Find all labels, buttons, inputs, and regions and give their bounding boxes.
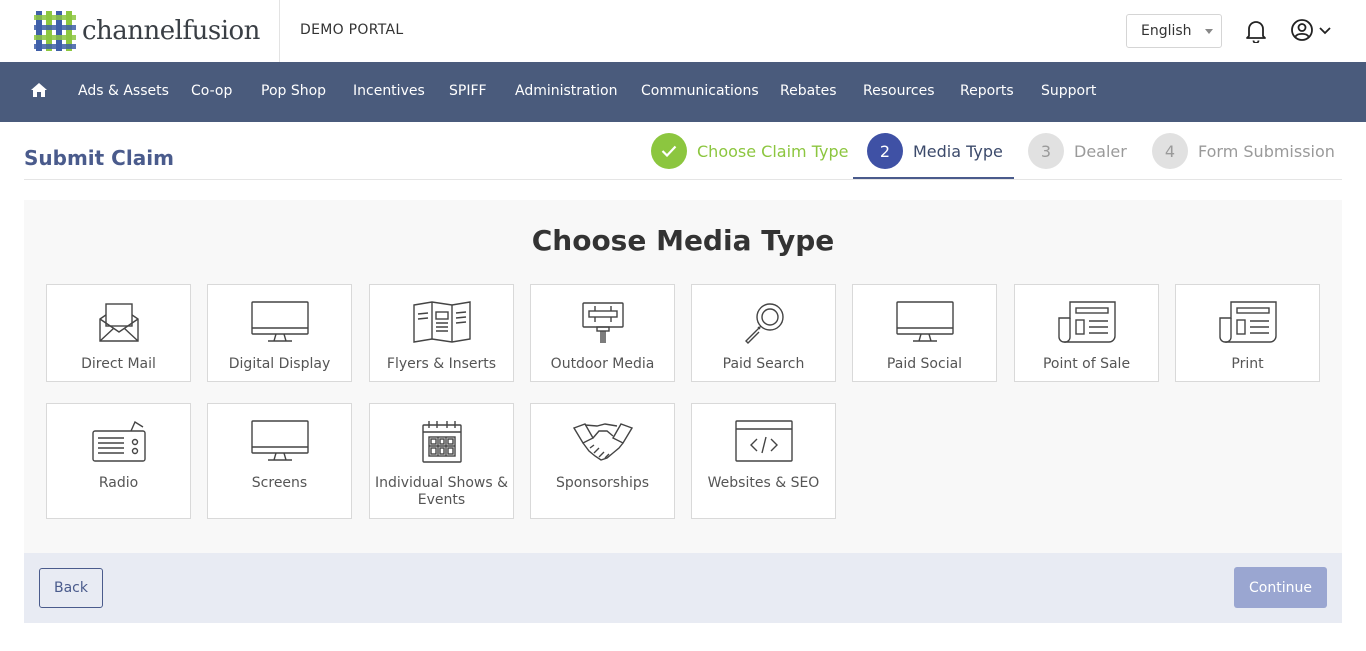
step-media-type[interactable]: 2 Media Type: [867, 133, 1003, 169]
nav-resources[interactable]: Resources: [863, 83, 935, 99]
media-tile-screens[interactable]: Screens: [207, 403, 352, 519]
media-tile-digital-display[interactable]: Digital Display: [207, 284, 352, 382]
language-select[interactable]: English: [1126, 14, 1222, 48]
user-menu[interactable]: [1290, 18, 1332, 42]
page-title: Submit Claim: [24, 146, 174, 170]
calendar-icon: [370, 420, 513, 464]
caret-down-icon: [1205, 29, 1213, 34]
media-tile-label: Screens: [251, 475, 308, 491]
header-divider: [279, 0, 280, 62]
chevron-down-icon: [1319, 27, 1331, 35]
step-label: Media Type: [913, 141, 1003, 161]
continue-button[interactable]: Continue: [1234, 567, 1327, 608]
newspaper-icon: [1015, 301, 1158, 343]
media-tile-point-of-sale[interactable]: Point of Sale: [1014, 284, 1159, 382]
logo-text: channelfusion: [82, 16, 260, 46]
monitor-icon: [208, 301, 351, 343]
home-icon[interactable]: [30, 82, 48, 102]
billboard-icon: [531, 301, 674, 345]
media-tile-label: Paid Search: [722, 356, 805, 372]
nav-incentives[interactable]: Incentives: [353, 83, 425, 99]
media-tile-individual-shows-events[interactable]: Individual Shows & Events: [369, 403, 514, 519]
step-dealer: 3 Dealer: [1028, 133, 1127, 169]
media-tile-paid-search[interactable]: Paid Search: [691, 284, 836, 382]
envelope-icon: [47, 301, 190, 345]
language-select-value: English: [1141, 23, 1192, 39]
portal-name: DEMO PORTAL: [300, 22, 404, 38]
nav-rebates[interactable]: Rebates: [780, 83, 837, 99]
form-footer: [24, 553, 1342, 623]
newspaper-icon: [1176, 301, 1319, 343]
media-tile-label: Print: [1231, 356, 1264, 372]
nav-ads-assets[interactable]: Ads & Assets: [78, 83, 169, 99]
nav-pop-shop[interactable]: Pop Shop: [261, 83, 326, 99]
step-label: Choose Claim Type: [697, 141, 849, 161]
media-tile-label: Point of Sale: [1042, 356, 1131, 372]
media-tile-radio[interactable]: Radio: [46, 403, 191, 519]
step-form-submission: 4 Form Submission: [1152, 133, 1335, 169]
media-tile-sponsorships[interactable]: Sponsorships: [530, 403, 675, 519]
user-avatar-icon: [1291, 19, 1313, 41]
panel-heading: Choose Media Type: [531, 224, 835, 257]
radio-icon: [47, 421, 190, 463]
brochure-icon: [370, 301, 513, 343]
title-divider: [24, 179, 1342, 180]
media-tile-label: Outdoor Media: [550, 356, 655, 372]
magnifier-icon: [692, 301, 835, 345]
nav-administration[interactable]: Administration: [515, 83, 617, 99]
nav-co-op[interactable]: Co-op: [191, 83, 232, 99]
nav-support[interactable]: Support: [1041, 83, 1096, 99]
step-number: 4: [1152, 133, 1188, 169]
handshake-icon: [531, 420, 674, 462]
media-tile-label: Individual Shows & Events: [374, 475, 509, 508]
step-choose-claim-type[interactable]: Choose Claim Type: [651, 133, 848, 169]
media-tile-print[interactable]: Print: [1175, 284, 1320, 382]
step-label: Dealer: [1074, 141, 1127, 161]
monitor-icon: [208, 420, 351, 462]
monitor-icon: [853, 301, 996, 343]
logo-mark-icon: [34, 11, 76, 51]
code-window-icon: [692, 420, 835, 462]
media-tile-outdoor-media[interactable]: Outdoor Media: [530, 284, 675, 382]
back-button[interactable]: Back: [39, 568, 103, 608]
logo[interactable]: channelfusion: [34, 11, 260, 51]
nav-communications[interactable]: Communications: [641, 83, 759, 99]
check-icon: [651, 133, 687, 169]
media-tile-direct-mail[interactable]: Direct Mail: [46, 284, 191, 382]
bell-icon[interactable]: [1245, 19, 1267, 47]
nav-spiff[interactable]: SPIFF: [449, 83, 487, 99]
media-tile-label: Direct Mail: [81, 356, 156, 372]
nav-reports[interactable]: Reports: [960, 83, 1014, 99]
media-tile-label: Digital Display: [228, 356, 331, 372]
top-header: channelfusion DEMO PORTAL English: [0, 0, 1366, 62]
main-nav: Ads & Assets Co-op Pop Shop Incentives S…: [0, 62, 1366, 122]
step-label: Form Submission: [1198, 141, 1335, 161]
media-tile-label: Radio: [98, 475, 139, 491]
media-tile-flyers-inserts[interactable]: Flyers & Inserts: [369, 284, 514, 382]
step-number: 3: [1028, 133, 1064, 169]
step-number: 2: [867, 133, 903, 169]
media-tile-websites-seo[interactable]: Websites & SEO: [691, 403, 836, 519]
media-tile-label: Flyers & Inserts: [386, 356, 497, 372]
media-tile-label: Sponsorships: [555, 475, 650, 491]
media-tile-label: Websites & SEO: [707, 475, 820, 491]
media-tile-paid-social[interactable]: Paid Social: [852, 284, 997, 382]
media-tile-label: Paid Social: [886, 356, 963, 372]
